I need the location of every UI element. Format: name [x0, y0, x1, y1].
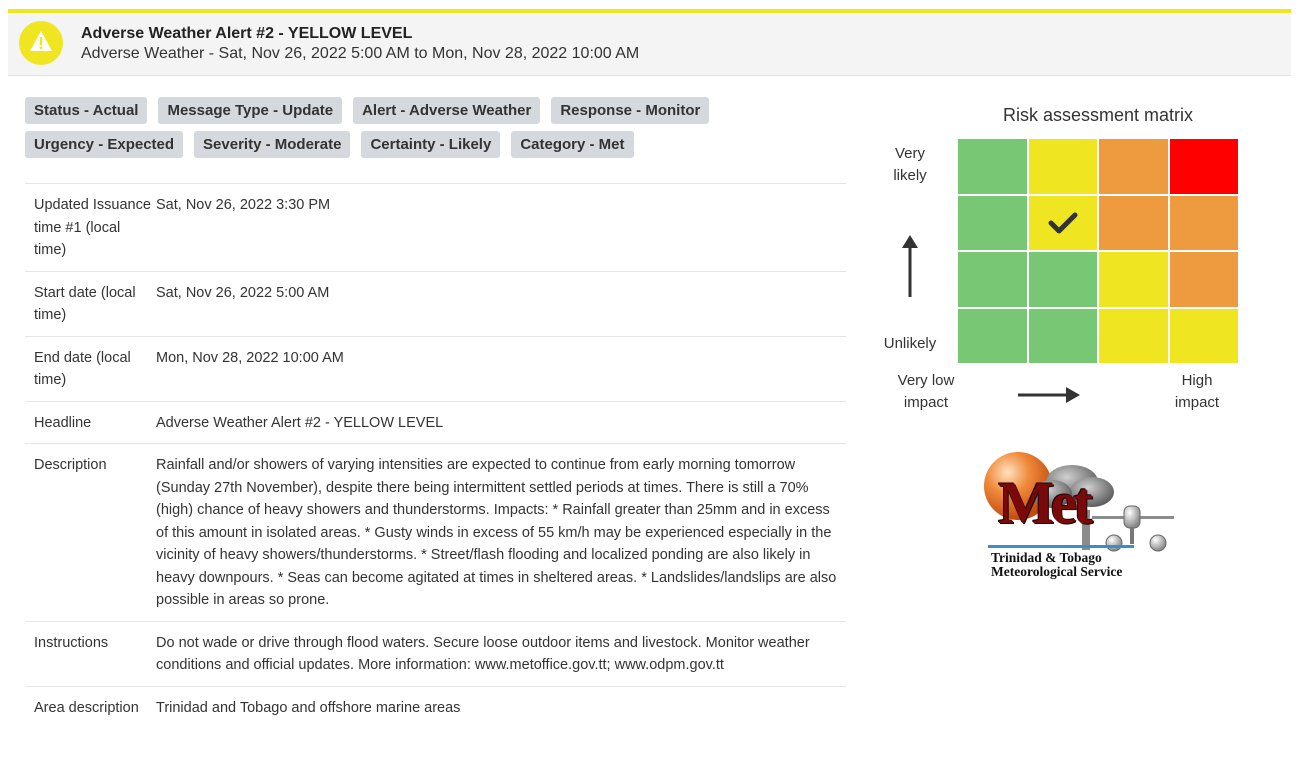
- risk-matrix: [958, 139, 1238, 363]
- risk-matrix-cell: [1099, 308, 1168, 363]
- risk-matrix-cell: [1169, 308, 1238, 363]
- alert-tags: Status - Actual Message Type - Update Al…: [25, 97, 725, 165]
- risk-matrix-cell: [1169, 195, 1238, 250]
- likelihood-top-label: Very likely: [893, 145, 927, 184]
- end-date-label: End date (local time): [34, 349, 131, 389]
- description-value: Rainfall and/or showers of varying inten…: [156, 457, 837, 608]
- checkmark-icon: [1048, 212, 1078, 234]
- alert-type-tag: Alert - Adverse Weather: [353, 97, 541, 124]
- headline-value: Adverse Weather Alert #2 - YELLOW LEVEL: [156, 414, 444, 431]
- table-row: Area description Trinidad and Tobago and…: [25, 687, 846, 729]
- impact-low-label: Very low impact: [897, 372, 955, 411]
- table-row: Start date (local time) Sat, Nov 26, 202…: [25, 272, 846, 337]
- tag-row: Urgency - Expected Severity - Moderate C…: [25, 131, 725, 158]
- start-date-label: Start date (local time): [34, 284, 136, 324]
- risk-matrix-cell: [958, 139, 1027, 194]
- logo-line-1: Trinidad & Tobago: [991, 550, 1102, 565]
- alert-title: Adverse Weather Alert #2 - YELLOW LEVEL: [81, 25, 413, 42]
- start-date-value: Sat, Nov 26, 2022 5:00 AM: [156, 284, 330, 301]
- end-date-value: Mon, Nov 28, 2022 10:00 AM: [156, 349, 344, 366]
- tag-row: Status - Actual Message Type - Update Al…: [25, 97, 725, 124]
- severity-tag: Severity - Moderate: [194, 131, 351, 158]
- risk-matrix-cell: [1169, 139, 1238, 194]
- risk-matrix-cell: [1028, 139, 1097, 194]
- risk-matrix-cell: [958, 308, 1027, 363]
- message-type-tag: Message Type - Update: [158, 97, 343, 124]
- likelihood-bottom-label: Unlikely: [883, 335, 937, 352]
- area-description-label: Area description: [34, 699, 139, 716]
- alert-subtitle: Adverse Weather - Sat, Nov 26, 2022 5:00…: [81, 45, 640, 62]
- table-row: End date (local time) Mon, Nov 28, 2022 …: [25, 337, 846, 402]
- met-logo-mark: Met: [998, 470, 1093, 536]
- risk-matrix-cell: [1028, 252, 1097, 307]
- impact-high-label: High impact: [1174, 372, 1220, 411]
- urgency-tag: Urgency - Expected: [25, 131, 184, 158]
- logo-line-2: Meteorological Service: [991, 564, 1123, 579]
- met-service-logo: Met Trinidad & Tobago Meteorological Ser…: [982, 448, 1178, 588]
- status-tag: Status - Actual: [25, 97, 148, 124]
- table-row: Headline Adverse Weather Alert #2 - YELL…: [25, 402, 846, 444]
- risk-matrix-cell: [958, 195, 1027, 250]
- risk-matrix-cell: [958, 252, 1027, 307]
- response-tag: Response - Monitor: [551, 97, 710, 124]
- area-description-value: Trinidad and Tobago and offshore marine …: [156, 699, 461, 716]
- risk-matrix-cell: [1028, 308, 1097, 363]
- risk-matrix-cell: [1169, 252, 1238, 307]
- instructions-value: Do not wade or drive through flood water…: [156, 634, 810, 674]
- table-row: Updated Issuance time #1 (local time) Sa…: [25, 184, 846, 272]
- category-tag: Category - Met: [511, 131, 634, 158]
- alert-details-table: Updated Issuance time #1 (local time) Sa…: [25, 183, 846, 728]
- table-row: Instructions Do not wade or drive throug…: [25, 622, 846, 687]
- certainty-tag: Certainty - Likely: [361, 131, 501, 158]
- issuance-time-label: Updated Issuance time #1 (local time): [34, 197, 151, 258]
- issuance-time-value: Sat, Nov 26, 2022 3:30 PM: [156, 197, 331, 213]
- risk-matrix-cell-selected: [1028, 195, 1097, 250]
- alert-header: Adverse Weather Alert #2 - YELLOW LEVEL …: [8, 9, 1291, 76]
- description-label: Description: [34, 457, 107, 473]
- risk-matrix-cell: [1099, 195, 1168, 250]
- headline-label: Headline: [34, 414, 92, 431]
- arrow-up-icon: [902, 235, 918, 297]
- risk-matrix-cell: [1099, 139, 1168, 194]
- risk-matrix-title: Risk assessment matrix: [1002, 105, 1194, 125]
- warning-triangle-icon: [19, 21, 63, 65]
- risk-matrix-cell: [1099, 252, 1168, 307]
- table-row: Description Rainfall and/or showers of v…: [25, 444, 846, 622]
- instructions-label: Instructions: [34, 634, 109, 651]
- arrow-right-icon: [1018, 387, 1080, 403]
